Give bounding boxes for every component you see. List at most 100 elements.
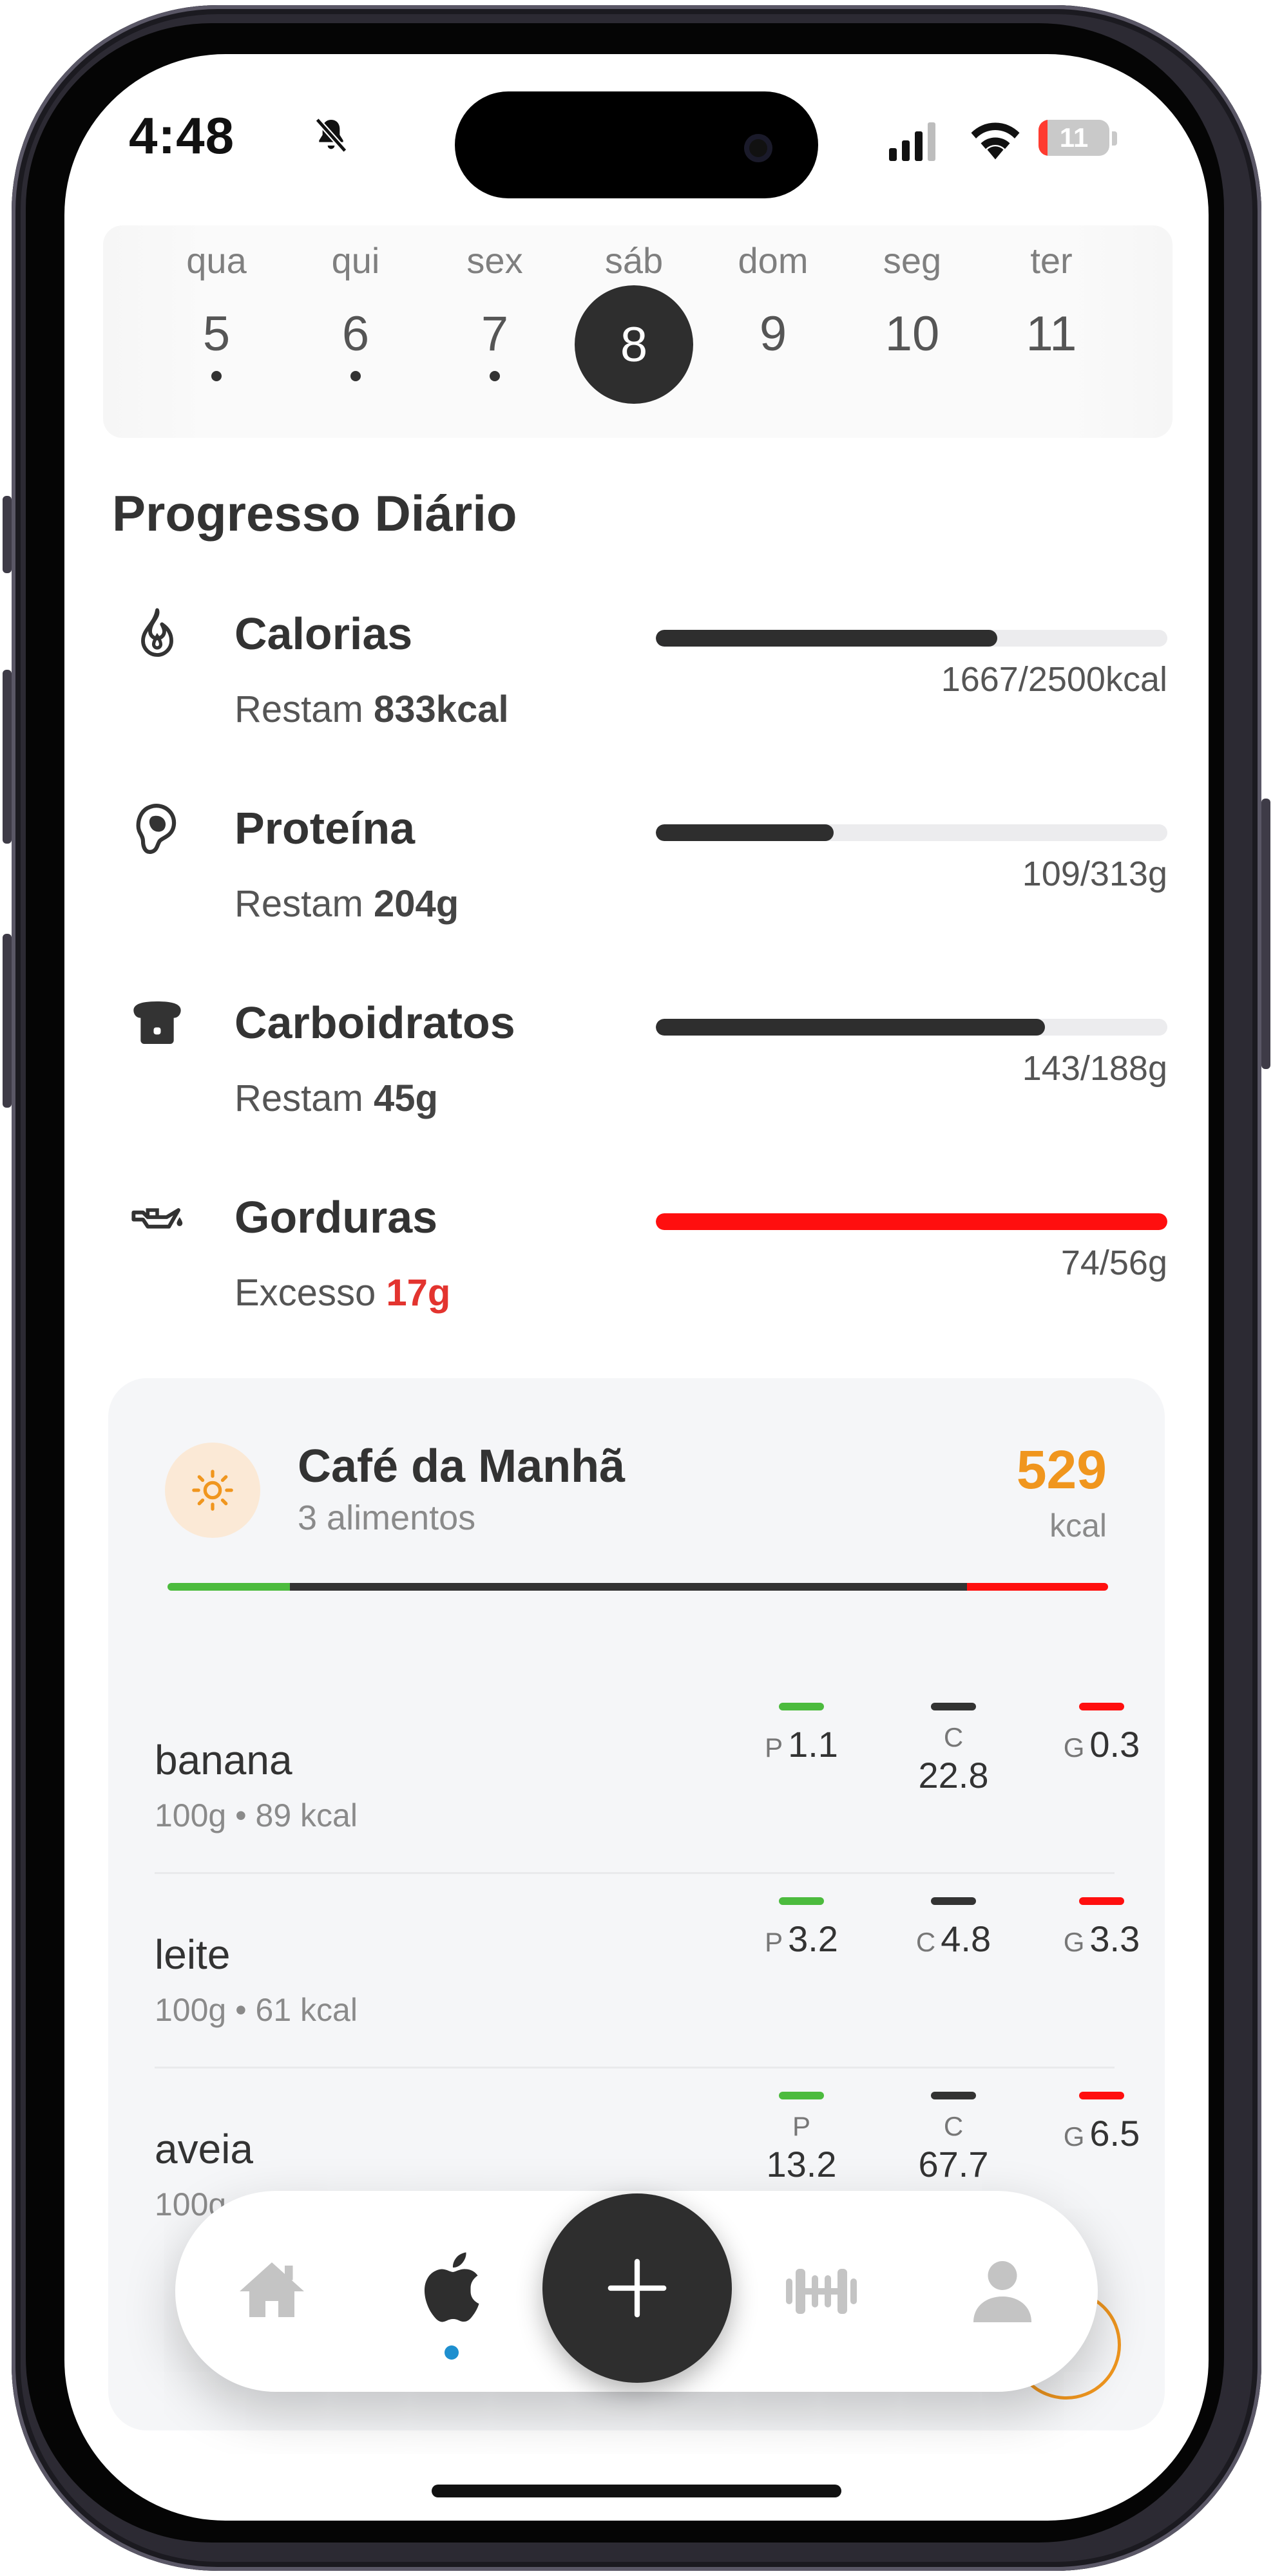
macro-amount: 67.7 bbox=[918, 2144, 989, 2184]
macro-remaining-label: Restam bbox=[235, 1077, 363, 1119]
day-number: 8 bbox=[620, 317, 648, 372]
day-number: 10 bbox=[885, 307, 940, 361]
dumbbell-icon[interactable] bbox=[773, 2253, 870, 2330]
apple-icon[interactable] bbox=[417, 2248, 495, 2325]
food-macro-p: P 13.2 bbox=[737, 2092, 866, 2185]
day-entry-dot bbox=[211, 371, 222, 381]
macro-name: Calorias bbox=[235, 609, 413, 659]
home-indicator bbox=[432, 2485, 841, 2497]
macro-amount: 3.2 bbox=[788, 1918, 838, 1959]
food-serving-info: 100g • 61 kcal bbox=[155, 1992, 358, 2028]
macro-amount: 6.5 bbox=[1089, 2113, 1140, 2154]
macro-color-line bbox=[931, 1703, 976, 1710]
food-macro-p: P 3.2 bbox=[737, 1897, 866, 1960]
battery-cap bbox=[1112, 131, 1117, 146]
meal-food-count: 3 alimentos bbox=[298, 1499, 476, 1537]
macro-color-line bbox=[779, 2092, 824, 2099]
meal-macro-split-bar bbox=[168, 1583, 1108, 1591]
macro-progress-bar bbox=[656, 1019, 1167, 1036]
macro-letter: G bbox=[1063, 2121, 1085, 2152]
home-icon[interactable] bbox=[233, 2253, 311, 2330]
macro-letter: G bbox=[1063, 1732, 1085, 1763]
front-camera bbox=[744, 134, 772, 162]
day-name: sex bbox=[466, 240, 523, 281]
status-time: 4:48 bbox=[129, 107, 235, 164]
macro-progress-bar bbox=[656, 1213, 1167, 1230]
food-item-leite[interactable]: leite 100g • 61 kcal P 3.2 C 4.8 G 3.3 bbox=[155, 1875, 1140, 2069]
macro-name: Gorduras bbox=[235, 1192, 438, 1242]
day-11[interactable]: ter 11 bbox=[987, 240, 1116, 362]
day-9[interactable]: dom 9 bbox=[709, 240, 838, 362]
day-name: qua bbox=[186, 240, 247, 281]
selected-day-circle: 8 bbox=[575, 285, 693, 404]
macro-color-line bbox=[1079, 2092, 1124, 2099]
macro-remaining: Restam 833kcal bbox=[235, 688, 509, 731]
food-item-banana[interactable]: banana 100g • 89 kcal P 1.1 C 22.8 G 0.3 bbox=[155, 1681, 1140, 1874]
day-5[interactable]: qua 5 bbox=[152, 240, 281, 381]
macro-remaining-label: Restam bbox=[235, 883, 363, 925]
profile-icon[interactable] bbox=[964, 2251, 1041, 2329]
macro-letter: P bbox=[765, 1927, 783, 1957]
day-entry-dot bbox=[350, 371, 361, 381]
meat-icon bbox=[136, 804, 177, 854]
macro-remaining-value: 833kcal bbox=[373, 688, 509, 730]
macro-value: 143/188g bbox=[1022, 1049, 1167, 1088]
day-6[interactable]: qui 6 bbox=[291, 240, 420, 381]
macro-letter: C bbox=[943, 1722, 964, 1752]
food-name: aveia bbox=[155, 2126, 253, 2172]
battery-percentage: 11 bbox=[1059, 122, 1089, 153]
meal-kcal-unit: kcal bbox=[1049, 1508, 1107, 1544]
macro-name: Carboidratos bbox=[235, 998, 515, 1048]
day-8[interactable]: sáb 8 bbox=[570, 240, 698, 404]
split-protein-segment bbox=[168, 1583, 290, 1591]
food-macro-c: C 22.8 bbox=[889, 1703, 1018, 1796]
food-macro-p: P 1.1 bbox=[737, 1703, 866, 1765]
bread-icon bbox=[133, 1001, 181, 1044]
cellular-signal-icon bbox=[889, 122, 935, 161]
battery-indicator: 11 bbox=[1038, 120, 1109, 156]
macro-progress-bar bbox=[656, 824, 1167, 841]
macro-value: 74/56g bbox=[1060, 1244, 1167, 1282]
food-macro-c: C 4.8 bbox=[889, 1897, 1018, 1960]
day-7[interactable]: sex 7 bbox=[430, 240, 559, 381]
macro-amount: 0.3 bbox=[1089, 1724, 1140, 1765]
macro-row-calorias: Calorias Restam 833kcal 1667/2500kcal bbox=[126, 605, 1170, 773]
day-entry-dot bbox=[490, 371, 500, 381]
macro-amount: 3.3 bbox=[1089, 1918, 1140, 1959]
macro-amount: 1.1 bbox=[788, 1724, 838, 1765]
macro-value: 109/313g bbox=[1022, 855, 1167, 893]
macro-remaining-value: 45g bbox=[373, 1077, 438, 1119]
macro-remaining: Restam 45g bbox=[235, 1077, 438, 1120]
macro-remaining-value: 17g bbox=[386, 1272, 451, 1314]
macro-letter: P bbox=[765, 1732, 783, 1763]
meal-kcal-value: 529 bbox=[1016, 1439, 1107, 1500]
add-button[interactable] bbox=[542, 2193, 732, 2383]
macro-row-proteína: Proteína Restam 204g 109/313g bbox=[126, 800, 1170, 967]
flame-icon bbox=[141, 608, 173, 657]
macro-letter: G bbox=[1063, 1927, 1085, 1957]
food-macro-c: C 67.7 bbox=[889, 2092, 1018, 2185]
macro-remaining-label: Restam bbox=[235, 688, 363, 730]
meal-title: Café da Manhã bbox=[298, 1441, 626, 1492]
macro-letter: C bbox=[915, 1927, 936, 1957]
macro-color-line bbox=[1079, 1703, 1124, 1710]
macro-letter: P bbox=[792, 2111, 810, 2141]
day-number: 6 bbox=[341, 307, 370, 361]
day-10[interactable]: seg 10 bbox=[848, 240, 977, 362]
macro-color-line bbox=[779, 1897, 824, 1905]
food-divider bbox=[155, 2067, 1115, 2069]
macro-remaining: Excesso 17g bbox=[235, 1271, 450, 1314]
macro-amount: 4.8 bbox=[941, 1918, 991, 1959]
section-title: Progresso Diário bbox=[112, 485, 517, 542]
macro-remaining-value: 204g bbox=[373, 883, 459, 925]
macro-progress-bar bbox=[656, 630, 1167, 647]
wifi-icon bbox=[971, 122, 1020, 160]
split-fat-segment bbox=[966, 1583, 1108, 1591]
meal-icon-badge bbox=[165, 1443, 260, 1538]
macro-amount: 22.8 bbox=[918, 1755, 989, 1795]
macro-letter: C bbox=[943, 2111, 964, 2141]
macro-value: 1667/2500kcal bbox=[941, 660, 1167, 699]
day-number: 5 bbox=[202, 307, 231, 361]
oil-icon bbox=[131, 1208, 183, 1229]
macro-color-line bbox=[931, 1897, 976, 1905]
